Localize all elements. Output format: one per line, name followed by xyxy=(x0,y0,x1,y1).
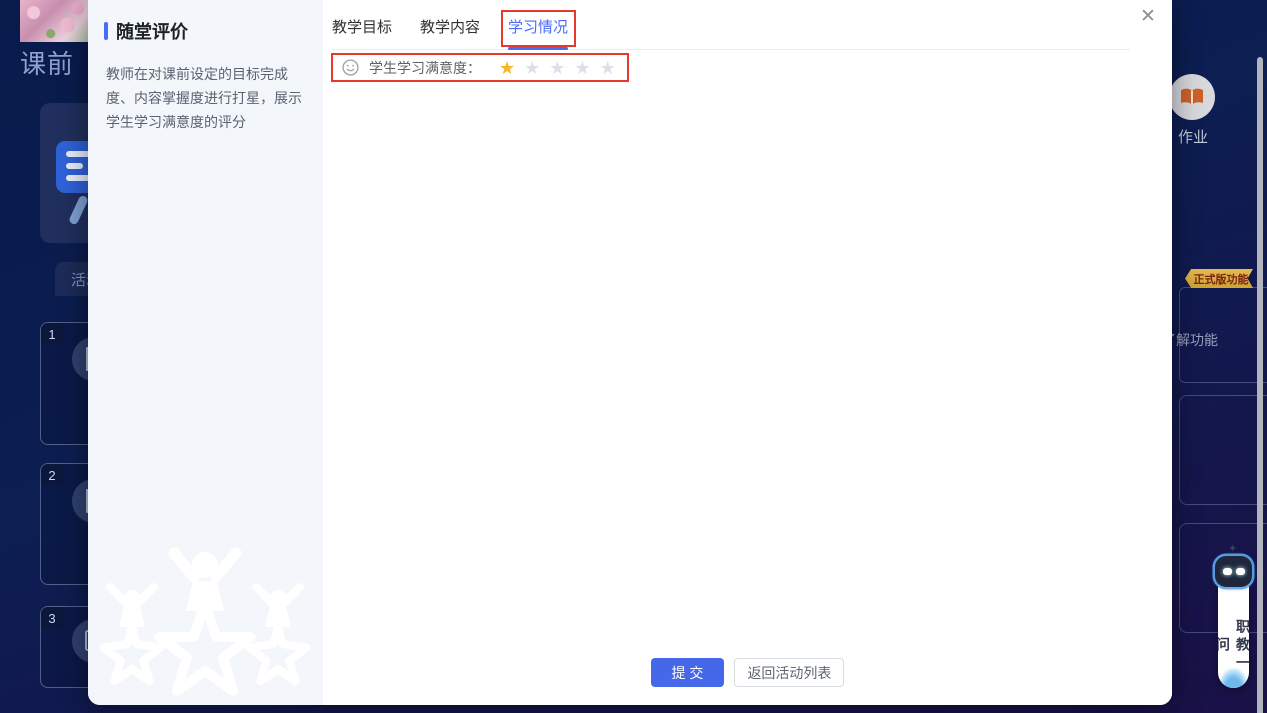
back-to-activity-list-button[interactable]: 返回活动列表 xyxy=(734,658,844,687)
homework-label: 作业 xyxy=(1178,126,1208,147)
assistant-widget[interactable]: ✦ 职教一问 xyxy=(1214,542,1254,692)
course-cover-photo xyxy=(20,0,88,42)
official-feature-badge: 正式版功能 xyxy=(1185,269,1253,288)
modal-content: ✕ 教学目标 教学内容 学习情况 学生学习满意度： ★ ★ ★ ★ ★ xyxy=(323,0,1172,705)
tab-teaching-objectives[interactable]: 教学目标 xyxy=(332,14,392,49)
satisfaction-label: 学生学习满意度： xyxy=(369,58,481,78)
modal-title: 随堂评价 xyxy=(116,18,188,44)
sparkle-icon: ✦ xyxy=(1228,542,1237,555)
modal-footer: 提 交 返回活动列表 xyxy=(323,658,1172,687)
title-accent-bar xyxy=(104,22,108,40)
activity-number-badge: 1 xyxy=(41,323,63,345)
celebration-illustration xyxy=(90,547,320,705)
pen-icon xyxy=(68,195,89,226)
modal-sidebar: 随堂评价 教师在对课前设定的目标完成度、内容掌握度进行打星，展示学生学习满意度的… xyxy=(88,0,323,705)
tab-teaching-content[interactable]: 教学内容 xyxy=(420,14,480,49)
tab-learning-status[interactable]: 学习情况 xyxy=(508,14,568,49)
smiley-icon xyxy=(342,59,359,76)
evaluation-modal: 随堂评价 教师在对课前设定的目标完成度、内容掌握度进行打星，展示学生学习满意度的… xyxy=(88,0,1172,705)
star-rating: ★ ★ ★ ★ ★ xyxy=(499,59,616,77)
star-1[interactable]: ★ xyxy=(499,59,515,77)
page-scrollbar[interactable] xyxy=(1257,57,1263,713)
star-5[interactable]: ★ xyxy=(600,59,616,77)
robot-icon xyxy=(1215,556,1252,587)
wave-decoration xyxy=(1218,668,1249,688)
modal-description: 教师在对课前设定的目标完成度、内容掌握度进行打星，展示学生学习满意度的评分 xyxy=(106,62,307,134)
annotation-box-satisfaction: 学生学习满意度： ★ ★ ★ ★ ★ xyxy=(331,53,629,82)
activity-number-badge: 3 xyxy=(41,607,63,629)
feature-card xyxy=(1179,395,1267,505)
activity-number-badge: 2 xyxy=(41,464,63,486)
star-2[interactable]: ★ xyxy=(524,59,540,77)
book-icon xyxy=(1179,86,1205,108)
tab-bar: 教学目标 教学内容 学习情况 xyxy=(332,14,1130,50)
submit-button[interactable]: 提 交 xyxy=(651,658,725,687)
star-3[interactable]: ★ xyxy=(549,59,565,77)
homework-icon[interactable] xyxy=(1169,74,1215,120)
close-icon[interactable]: ✕ xyxy=(1134,2,1162,30)
star-4[interactable]: ★ xyxy=(574,59,590,77)
modal-title-row: 随堂评价 xyxy=(104,18,323,44)
